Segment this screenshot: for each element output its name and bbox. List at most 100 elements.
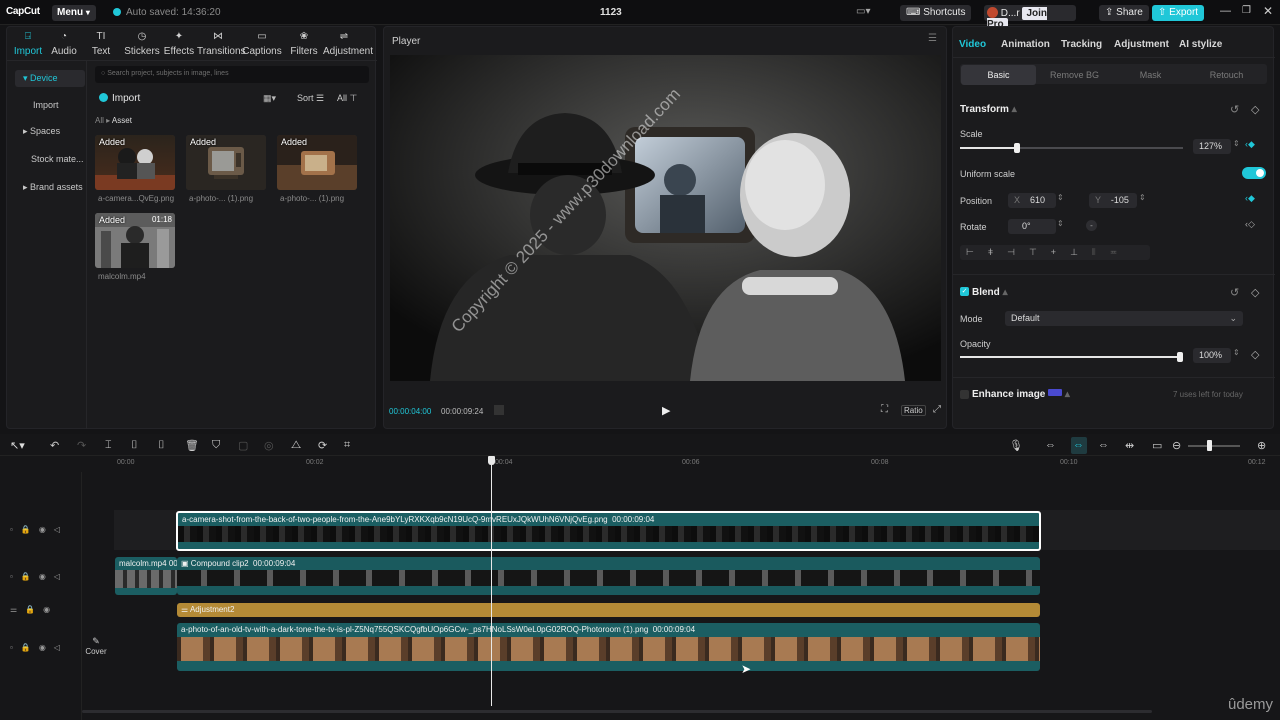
mode-select[interactable]: Default ⌄ (1005, 311, 1243, 326)
share-button[interactable]: ⇪ Share (1099, 5, 1149, 21)
magnet-icon[interactable]: ⇔ (1071, 437, 1087, 454)
preview-axis-icon[interactable]: ⇹ (1125, 439, 1139, 453)
reset-icon[interactable]: ↺ (1230, 103, 1239, 116)
mute-icon[interactable]: ◁ (54, 572, 68, 581)
section-blend[interactable]: Blend ▴ (972, 287, 1008, 298)
media-item[interactable]: Added 01:18 (95, 213, 175, 268)
tab-text[interactable]: TI Text (80, 31, 122, 57)
tab-adjustment[interactable]: Adjustment (1114, 39, 1169, 50)
delete-icon[interactable]: 🗑 (185, 439, 199, 453)
uniform-scale-toggle[interactable] (1242, 167, 1266, 179)
linkage-icon[interactable]: ⇔ (1098, 439, 1112, 453)
main-clip[interactable]: a-camera-shot-from-the-back-of-two-peopl… (176, 511, 1041, 551)
scale-value-field[interactable]: 127% (1193, 139, 1231, 154)
distribute-v-icon[interactable]: ≖ (1110, 247, 1132, 257)
track-toggle-icon[interactable]: ▫ (10, 643, 21, 652)
media-item[interactable]: Added (95, 135, 175, 190)
keyframe-icon[interactable]: ◇ (1251, 348, 1259, 361)
import-button[interactable]: Import (99, 93, 140, 104)
shortcuts-button[interactable]: ⌨ Shortcuts (900, 5, 972, 21)
position-x-field[interactable]: X 610 (1008, 193, 1056, 208)
malcolm-clip[interactable]: malcolm.mp4 00 (115, 557, 177, 595)
reset-icon[interactable]: ↺ (1230, 286, 1239, 299)
tab-stickers[interactable]: ◷ Stickers (121, 31, 163, 57)
stepper-icon[interactable]: ⇕ (1139, 193, 1146, 202)
blend-checkbox[interactable]: ✓ (960, 287, 969, 296)
stepper-icon[interactable]: ⇕ (1233, 139, 1240, 148)
caption-icon[interactable]: ▭ (1152, 439, 1166, 453)
sidebar-item-device[interactable]: ▾ Device (15, 70, 85, 87)
section-transform[interactable]: Transform ▴ (960, 104, 1017, 115)
project-name[interactable]: 1123 (600, 7, 622, 18)
zoom-out-icon[interactable]: ⊖ (1172, 439, 1186, 453)
opacity-value-field[interactable]: 100% (1193, 348, 1231, 363)
distribute-h-icon[interactable]: ⫴ (1092, 247, 1110, 257)
keyframe-icon[interactable]: ‹◇ (1245, 219, 1255, 230)
rotate-field[interactable]: 0° (1008, 219, 1056, 234)
section-enhance[interactable]: Enhance image ▴ (972, 389, 1070, 400)
align-center-h-icon[interactable]: ǂ (988, 247, 1007, 257)
photo-clip[interactable]: a-photo-of-an-old-tv-with-a-dark-tone-th… (177, 623, 1040, 671)
tab-ai-stylize[interactable]: AI stylize (1179, 39, 1222, 50)
link-main-track-icon[interactable]: ⇔ (1045, 439, 1059, 453)
reverse-icon[interactable]: ◎ (264, 439, 278, 453)
user-button[interactable]: D...r Join Pro (984, 5, 1076, 31)
align-left-icon[interactable]: ⊢ (966, 247, 988, 257)
keyframe-active-icon[interactable]: ‹◆ (1245, 193, 1255, 204)
tab-transitions[interactable]: ⋈ Transitions (197, 31, 246, 57)
align-right-icon[interactable]: ⊣ (1007, 247, 1029, 257)
breadcrumb-root[interactable]: All (95, 116, 104, 125)
split-right-icon[interactable]: ⌷ (158, 439, 172, 453)
lock-icon[interactable]: 🔒 (21, 525, 39, 534)
lock-icon[interactable]: 🔒 (21, 572, 39, 581)
position-y-field[interactable]: Y -105 (1089, 193, 1137, 208)
freeze-icon[interactable]: ▢ (238, 439, 252, 453)
play-button[interactable]: ▶ (662, 404, 670, 417)
stepper-icon[interactable]: ⇕ (1057, 193, 1064, 202)
cover-button[interactable]: ✎ Cover (84, 636, 108, 660)
rotate-dial-icon[interactable]: - (1086, 220, 1097, 231)
redo-icon[interactable]: ↷ (77, 439, 91, 453)
align-bottom-icon[interactable]: ⊥ (1070, 247, 1092, 257)
subtab-remove-bg[interactable]: Remove BG (1037, 65, 1112, 85)
eye-icon[interactable]: ◉ (39, 525, 54, 534)
timecode-grid-icon[interactable] (494, 405, 504, 415)
playhead-handle[interactable] (488, 456, 495, 465)
compound-clip[interactable]: ▣ Compound clip2 00:00:09:04 (177, 557, 1040, 595)
layout-icon[interactable]: ▭▾ (856, 6, 878, 19)
scale-slider-handle[interactable] (1014, 143, 1020, 153)
tab-captions[interactable]: ▭ Captions (241, 31, 283, 57)
fullscreen-icon[interactable]: ⤢ (933, 404, 941, 415)
export-button[interactable]: ⇧ Export (1152, 5, 1205, 21)
subtab-basic[interactable]: Basic (961, 65, 1036, 85)
zoom-in-icon[interactable]: ⊕ (1257, 439, 1271, 453)
subtab-mask[interactable]: Mask (1113, 65, 1188, 85)
view-toggle-icon[interactable]: ▦▾ (263, 93, 276, 104)
enhance-checkbox[interactable] (960, 390, 969, 399)
close-icon[interactable]: ✕ (1263, 4, 1273, 18)
split-icon[interactable]: ⌶ (105, 439, 119, 453)
lock-icon[interactable]: 🔒 (25, 605, 43, 614)
tab-audio[interactable]: ◔ Audio (43, 31, 85, 57)
fullscreen-fit-icon[interactable]: ⛶ (881, 404, 888, 415)
sort-button[interactable]: Sort ☰ (297, 93, 324, 104)
zoom-slider-track[interactable] (1188, 445, 1240, 447)
rotate-icon[interactable]: ⟳ (318, 439, 332, 453)
menu-button[interactable]: Menu ▾ (52, 5, 96, 21)
tab-adjustment[interactable]: ⇌ Adjustment (323, 31, 373, 57)
minimize-icon[interactable]: — (1220, 5, 1231, 17)
sidebar-item-stock[interactable]: Stock mate... (15, 151, 85, 168)
track-toggle-icon[interactable]: ▫ (10, 572, 21, 581)
subtab-retouch[interactable]: Retouch (1189, 65, 1264, 85)
split-left-icon[interactable]: ⌷ (131, 439, 145, 453)
media-item[interactable]: Added (186, 135, 266, 190)
eye-icon[interactable]: ◉ (43, 605, 58, 614)
marker-icon[interactable]: ⛉ (212, 439, 226, 453)
tab-video[interactable]: Video (959, 39, 986, 50)
filter-all-button[interactable]: All ⊤ (337, 93, 357, 104)
tab-effects[interactable]: ✦ Effects (158, 31, 200, 57)
track-toggle-icon[interactable]: ▫ (10, 525, 21, 534)
microphone-icon[interactable]: 🎙 (1009, 439, 1023, 453)
eye-icon[interactable]: ◉ (39, 643, 54, 652)
lock-icon[interactable]: 🔒 (21, 643, 39, 652)
